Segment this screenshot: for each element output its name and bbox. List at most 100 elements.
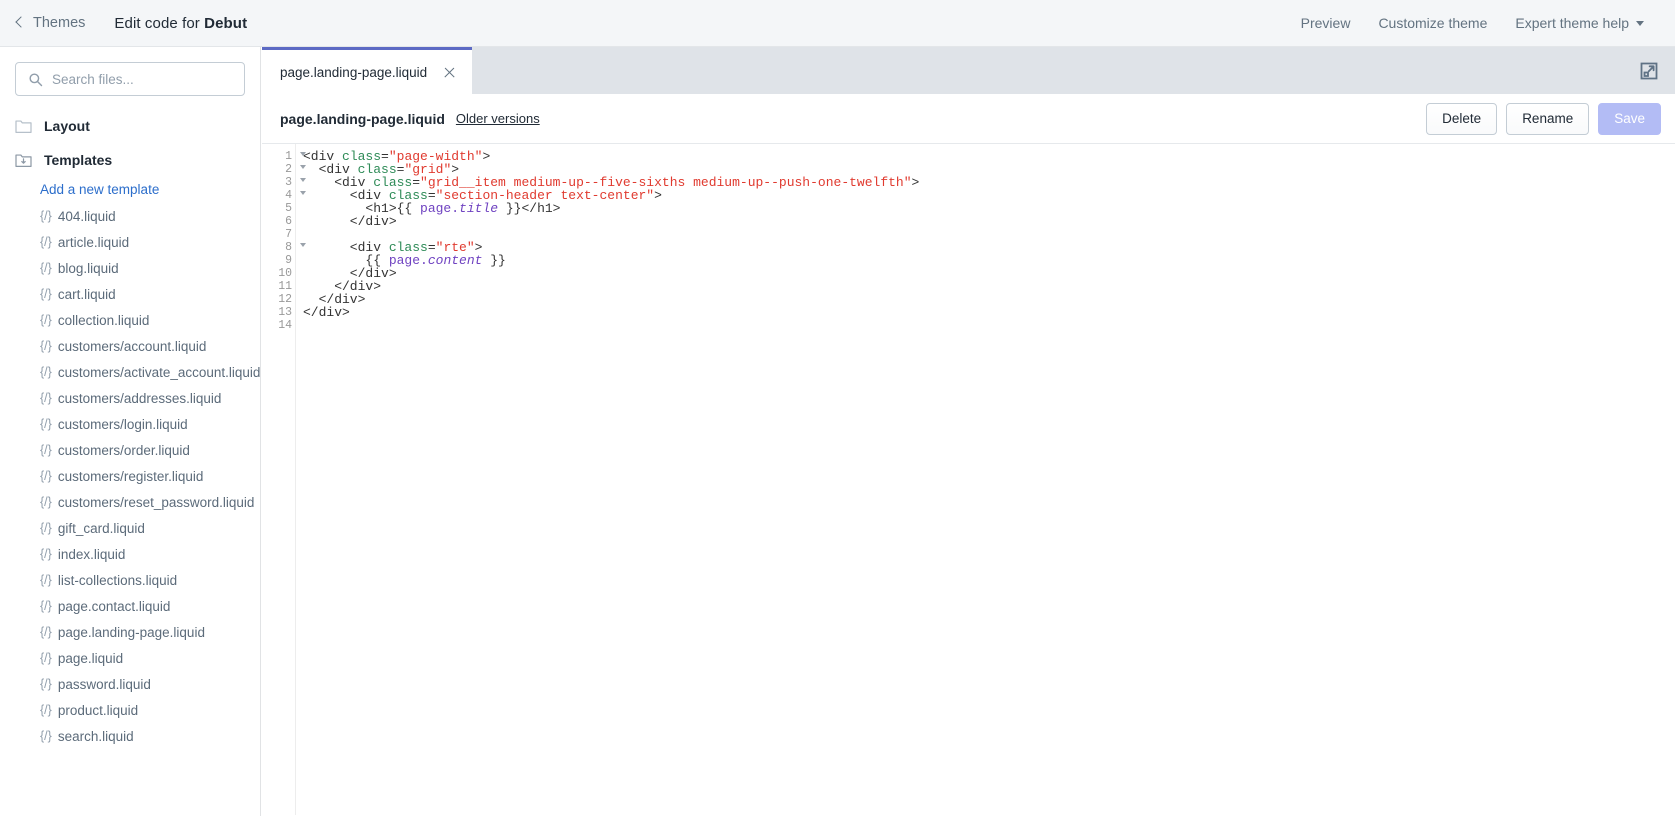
file-label: 404.liquid (57, 208, 116, 224)
line-number: 5 (285, 202, 292, 215)
tree-folder-templates-label: Templates (44, 152, 113, 168)
delete-button-label: Delete (1442, 111, 1482, 126)
code-file-icon: {/} (40, 313, 52, 327)
code-file-icon: {/} (40, 729, 52, 743)
back-to-themes-link[interactable]: Themes (14, 15, 85, 31)
fold-triangle-icon[interactable] (300, 165, 306, 169)
tree-folder-layout[interactable]: Layout (0, 109, 260, 143)
fold-triangle-icon[interactable] (300, 191, 306, 195)
file-label: customers/reset_password.liquid (57, 494, 255, 510)
code-file-icon: {/} (40, 651, 52, 665)
fold-triangle-icon[interactable] (300, 243, 306, 247)
code-file-icon: {/} (40, 443, 52, 457)
file-item-blog[interactable]: {/} blog.liquid (0, 255, 260, 281)
file-item-page-landing-page[interactable]: {/} page.landing-page.liquid (0, 619, 260, 645)
code-line: </div> (303, 306, 1675, 319)
line-number: 7 (285, 228, 292, 241)
file-label: list-collections.liquid (57, 572, 178, 588)
customize-theme-button[interactable]: Customize theme (1364, 9, 1501, 37)
search-input[interactable] (52, 71, 244, 87)
code-file-icon: {/} (40, 365, 52, 379)
file-label: customers/login.liquid (57, 416, 188, 432)
code-line: </div> (303, 267, 1675, 280)
rename-button-label: Rename (1522, 111, 1574, 126)
rename-button[interactable]: Rename (1506, 102, 1590, 135)
close-icon[interactable] (443, 66, 456, 79)
add-new-template-link[interactable]: Add a new template (0, 177, 260, 203)
file-item-article[interactable]: {/} article.liquid (0, 229, 260, 255)
tree-folder-templates[interactable]: Templates (0, 143, 260, 177)
tab-page-landing-page-liquid[interactable]: page.landing-page.liquid (262, 47, 473, 94)
file-item-product[interactable]: {/} product.liquid (0, 697, 260, 723)
page-title: Edit code for Debut (114, 15, 247, 32)
line-number-gutter: 1 2 3 4 5 6 7 8 9 10 11 12 13 14 (262, 144, 306, 815)
file-label: customers/order.liquid (57, 442, 190, 458)
file-item-password[interactable]: {/} password.liquid (0, 671, 260, 697)
code-file-icon: {/} (40, 521, 52, 535)
file-item-gift-card[interactable]: {/} gift_card.liquid (0, 515, 260, 541)
search-files-box[interactable] (15, 62, 245, 96)
code-file-icon: {/} (40, 235, 52, 249)
code-file-icon: {/} (40, 599, 52, 613)
delete-button[interactable]: Delete (1426, 102, 1498, 135)
code-line: <div class="rte"> (303, 241, 1675, 254)
code-line: <h1>{{ page.title }}</h1> (303, 202, 1675, 215)
line-number: 8 (262, 241, 306, 254)
fold-triangle-icon[interactable] (300, 152, 306, 156)
file-action-bar: page.landing-page.liquid Older versions … (262, 94, 1675, 143)
file-item-customers-addresses[interactable]: {/} customers/addresses.liquid (0, 385, 260, 411)
code-file-icon: {/} (40, 573, 52, 587)
file-label: cart.liquid (57, 286, 116, 302)
preview-label: Preview (1300, 15, 1351, 31)
file-item-page-contact[interactable]: {/} page.contact.liquid (0, 593, 260, 619)
tab-label: page.landing-page.liquid (280, 64, 428, 80)
code-token: > (654, 188, 662, 203)
chevron-down-icon (1636, 20, 1644, 26)
code-file-icon: {/} (40, 677, 52, 691)
file-item-page[interactable]: {/} page.liquid (0, 645, 260, 671)
code-file-icon: {/} (40, 339, 52, 353)
save-button[interactable]: Save (1598, 102, 1661, 135)
code-line: </div> (303, 293, 1675, 306)
code-file-icon: {/} (40, 391, 52, 405)
code-token: content (427, 253, 483, 268)
file-item-collection[interactable]: {/} collection.liquid (0, 307, 260, 333)
customize-theme-label: Customize theme (1378, 15, 1488, 31)
line-number: 4 (262, 189, 306, 202)
file-item-customers-login[interactable]: {/} customers/login.liquid (0, 411, 260, 437)
file-label: article.liquid (57, 234, 130, 250)
top-bar-actions: Preview Customize theme Expert theme hel… (1287, 9, 1675, 37)
line-number: 9 (285, 254, 292, 267)
file-item-index[interactable]: {/} index.liquid (0, 541, 260, 567)
file-item-customers-reset-password[interactable]: {/} customers/reset_password.liquid (0, 489, 260, 515)
file-buttons: Delete Rename Save (1426, 102, 1661, 135)
expand-icon[interactable] (1638, 60, 1660, 82)
expert-theme-help-button[interactable]: Expert theme help (1501, 9, 1658, 37)
file-item-customers-account[interactable]: {/} customers/account.liquid (0, 333, 260, 359)
expert-theme-help-label: Expert theme help (1515, 15, 1629, 31)
file-item-customers-activate-account[interactable]: {/} customers/activate_account.liquid (0, 359, 260, 385)
back-to-themes-label: Themes (33, 15, 86, 31)
preview-button[interactable]: Preview (1287, 9, 1365, 37)
file-item-cart[interactable]: {/} cart.liquid (0, 281, 260, 307)
file-item-list-collections[interactable]: {/} list-collections.liquid (0, 567, 260, 593)
code-token: page. (420, 201, 460, 216)
fold-triangle-icon[interactable] (300, 178, 306, 182)
code-token: title (459, 201, 499, 216)
code-editor[interactable]: 1 2 3 4 5 6 7 8 9 10 11 12 13 14 <div class="page-wid… (262, 143, 1675, 815)
top-bar-left: Themes Edit code for Debut (0, 15, 247, 32)
file-label: collection.liquid (57, 312, 150, 328)
file-item-search[interactable]: {/} search.liquid (0, 723, 260, 749)
older-versions-link[interactable]: Older versions (456, 111, 540, 126)
file-label: page.contact.liquid (57, 598, 171, 614)
file-item-404[interactable]: {/} 404.liquid (0, 203, 260, 229)
code-content[interactable]: <div class="page-width"> <div class="gri… (296, 144, 1675, 815)
top-bar: Themes Edit code for Debut Preview Custo… (0, 0, 1675, 47)
file-item-customers-order[interactable]: {/} customers/order.liquid (0, 437, 260, 463)
code-line: </div> (303, 215, 1675, 228)
code-token: > (911, 175, 920, 190)
file-item-customers-register[interactable]: {/} customers/register.liquid (0, 463, 260, 489)
code-line: <div class="page-width"> (303, 150, 1675, 163)
code-token: }}</h1> (498, 201, 561, 216)
file-label: product.liquid (57, 702, 139, 718)
